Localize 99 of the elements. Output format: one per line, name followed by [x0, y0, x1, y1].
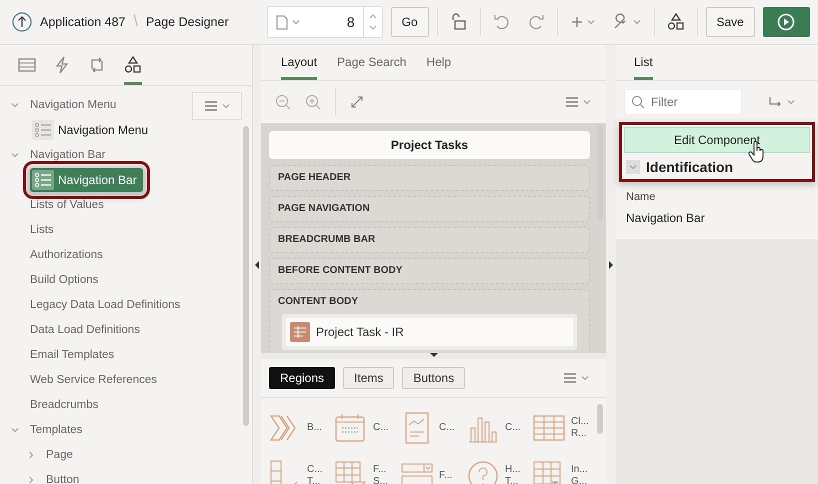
- gallery-label: C...: [373, 422, 389, 434]
- tree-item[interactable]: Navigation Bar: [30, 168, 143, 192]
- tree-item[interactable]: Templates: [30, 424, 82, 436]
- tree-item[interactable]: Navigation Bar: [30, 148, 106, 160]
- edit-component-button[interactable]: Edit Component: [624, 127, 810, 153]
- redo-icon[interactable]: [526, 13, 545, 31]
- chevron-icon[interactable]: [220, 101, 230, 111]
- tab[interactable]: List: [634, 55, 653, 80]
- region[interactable]: CONTENT BODY Project Task - IR: [269, 289, 590, 353]
- save-button[interactable]: Save: [706, 7, 755, 37]
- collapse-arrow-icon[interactable]: [430, 353, 438, 357]
- region-title: PAGE HEADER: [278, 172, 351, 183]
- gallery-label: F...: [439, 470, 452, 482]
- breadcrumb-separator: \: [133, 13, 138, 31]
- tab[interactable]: Items: [343, 367, 394, 389]
- report-icon: [290, 322, 310, 342]
- gallery-label: S...: [373, 476, 388, 484]
- region[interactable]: PAGE HEADER: [269, 165, 590, 191]
- gallery-label: C...: [307, 464, 323, 476]
- gallery-label: Cl...: [571, 416, 589, 428]
- region-title: PAGE NAVIGATION: [278, 203, 370, 214]
- play-icon: [777, 13, 796, 31]
- run-button[interactable]: [762, 7, 810, 37]
- app-link[interactable]: Application 487: [40, 15, 126, 29]
- region[interactable]: BREADCRUMB BAR: [269, 227, 590, 253]
- gallery-label: H...: [505, 464, 521, 476]
- region[interactable]: PAGE NAVIGATION: [269, 196, 590, 222]
- section-title: Identification: [646, 159, 734, 175]
- gallery-label: C...: [439, 422, 455, 434]
- region-title: BEFORE CONTENT BODY: [278, 265, 402, 276]
- tree-item[interactable]: Email Templates: [30, 348, 114, 360]
- collapse-arrow-icon[interactable]: [255, 260, 259, 268]
- tree-item[interactable]: Web Service References: [30, 374, 157, 386]
- tab[interactable]: Layout: [281, 55, 318, 80]
- tree-item[interactable]: Lists: [30, 224, 54, 236]
- chevron-icon[interactable]: [586, 17, 596, 27]
- list-icon: [32, 120, 54, 140]
- filter-field[interactable]: Filter: [624, 89, 742, 115]
- gallery-label: R...: [571, 428, 588, 440]
- tree-item[interactable]: Page: [46, 448, 73, 460]
- region[interactable]: BEFORE CONTENT BODY: [269, 258, 590, 284]
- region-title: CONTENT BODY: [278, 296, 358, 307]
- collapse-arrow-icon[interactable]: [609, 260, 613, 268]
- search-icon: [631, 95, 645, 109]
- page-selector[interactable]: 8: [266, 6, 383, 38]
- menu-icon: [204, 100, 218, 112]
- region-title: BREADCRUMB BAR: [278, 234, 376, 245]
- gallery-label: C...: [505, 422, 521, 434]
- component[interactable]: Project Task - IR: [286, 318, 573, 346]
- page-title: Page Designer: [146, 15, 229, 29]
- tree-item[interactable]: Button: [46, 474, 80, 484]
- gallery-label: B...: [307, 422, 322, 434]
- undo-icon[interactable]: [492, 13, 511, 31]
- tree-item[interactable]: Legacy Data Load Definitions: [30, 298, 180, 310]
- tree-item[interactable]: Data Load Definitions: [30, 324, 140, 336]
- field-value: Navigation Bar: [625, 210, 706, 225]
- list-icon: [32, 170, 54, 190]
- tab[interactable]: Regions: [269, 367, 336, 389]
- goto-menu-button[interactable]: [768, 95, 796, 109]
- menu-button[interactable]: [192, 92, 242, 120]
- scrollbar[interactable]: [243, 126, 249, 426]
- shapes-icon: [666, 13, 685, 31]
- tree-item[interactable]: Navigation Menu: [30, 98, 116, 110]
- zoom-out-icon[interactable]: [275, 94, 291, 110]
- scrollbar[interactable]: [597, 404, 603, 434]
- go-button[interactable]: Go: [390, 7, 429, 37]
- page-title-bar: Project Tasks: [269, 131, 590, 159]
- gallery-label: T...: [505, 476, 520, 484]
- chevron-icon[interactable]: [582, 97, 592, 107]
- chevron-icon[interactable]: [632, 17, 642, 27]
- tree-item[interactable]: Breadcrumbs: [30, 398, 98, 410]
- tab[interactable]: Page Search: [337, 55, 406, 80]
- menu-button[interactable]: [565, 96, 592, 108]
- shapes-icon: [124, 56, 142, 74]
- gallery-label: F...: [373, 464, 388, 476]
- tree-item[interactable]: Build Options: [30, 274, 98, 286]
- lightning-icon: [54, 56, 70, 74]
- tree-item[interactable]: Lists of Values: [30, 198, 104, 210]
- gallery-label: G...: [571, 476, 588, 484]
- chevron-icon[interactable]: [26, 474, 36, 484]
- chevron-icon[interactable]: [26, 450, 36, 460]
- chevron-icon[interactable]: [290, 17, 301, 27]
- expand-icon[interactable]: [350, 95, 364, 109]
- menu-button[interactable]: [563, 372, 590, 384]
- chevron-icon[interactable]: [786, 97, 796, 107]
- plus-icon: [570, 15, 584, 29]
- layout-icon: [18, 56, 36, 72]
- page-icon: [276, 14, 288, 30]
- tab[interactable]: Help: [426, 55, 452, 80]
- gallery-label: T...: [307, 476, 322, 484]
- page-number-field[interactable]: 8: [308, 13, 363, 31]
- zoom-in-icon[interactable]: [305, 94, 321, 110]
- tab[interactable]: Buttons: [402, 367, 466, 389]
- field-label: Name: [625, 190, 656, 203]
- tree-item[interactable]: Authorizations: [30, 248, 103, 260]
- chevron-icon[interactable]: [580, 373, 590, 383]
- lock-icon[interactable]: [450, 13, 468, 31]
- gallery-label: In...: [571, 464, 588, 476]
- tree-item[interactable]: Navigation Menu: [30, 118, 154, 142]
